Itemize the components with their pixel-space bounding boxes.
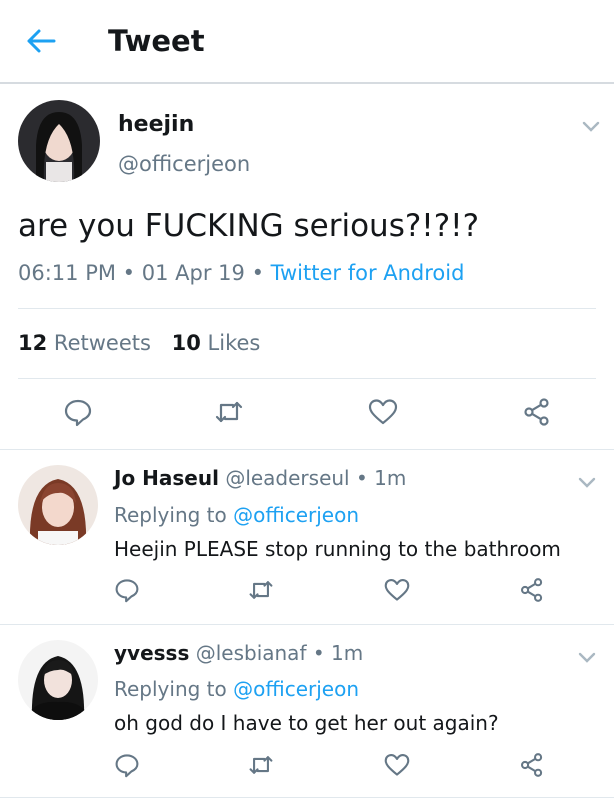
like-icon[interactable] <box>384 752 410 778</box>
author-handle[interactable]: @officerjeon <box>118 152 250 176</box>
reply-author-handle[interactable]: @leaderseul <box>225 466 349 490</box>
tweet-time: 06:11 PM <box>18 261 116 285</box>
like-icon[interactable] <box>368 397 398 427</box>
retweet-icon[interactable] <box>248 577 274 603</box>
retweets-stat[interactable]: 12 Retweets <box>18 331 158 355</box>
retweets-count: 12 <box>18 331 48 355</box>
reply-text: Heejin PLEASE stop running to the bathro… <box>114 537 561 561</box>
tweet-meta: 06:11 PM • 01 Apr 19 • Twitter for Andro… <box>18 261 464 285</box>
reply-text: oh god do I have to get her out again? <box>114 711 499 735</box>
reply-avatar[interactable] <box>18 640 98 720</box>
separator: • <box>122 261 136 285</box>
reply-header: Jo Haseul @leaderseul • 1m <box>114 466 406 490</box>
share-icon[interactable] <box>519 577 545 603</box>
top-bar: Tweet <box>0 0 614 84</box>
share-icon[interactable] <box>522 397 552 427</box>
divider <box>0 797 614 798</box>
chevron-down-icon[interactable] <box>582 118 600 132</box>
back-arrow-icon[interactable] <box>24 26 58 56</box>
replying-to-label: Replying to <box>114 503 227 527</box>
likes-stat[interactable]: 10 Likes <box>172 331 261 355</box>
author-name[interactable]: heejin <box>118 112 194 137</box>
replying-to-link[interactable]: @officerjeon <box>233 677 359 701</box>
reply-author-name[interactable]: Jo Haseul <box>114 466 219 490</box>
divider <box>18 308 596 309</box>
page-title: Tweet <box>108 24 205 58</box>
likes-count: 10 <box>171 331 201 355</box>
divider <box>18 378 596 379</box>
separator: • <box>251 261 264 285</box>
reply-icon[interactable] <box>114 752 140 778</box>
divider <box>0 624 614 625</box>
separator: • <box>312 641 325 665</box>
tweet-date: 01 Apr 19 <box>141 261 245 285</box>
reply-author-name[interactable]: yvesss <box>114 641 189 665</box>
reply-time: 1m <box>331 641 364 665</box>
retweet-icon[interactable] <box>248 752 274 778</box>
share-icon[interactable] <box>519 752 545 778</box>
avatar[interactable] <box>18 100 100 182</box>
replying-to-link[interactable]: @officerjeon <box>233 503 359 527</box>
likes-label: Likes <box>207 331 261 355</box>
reply-header: yvesss @lesbianaf • 1m <box>114 641 363 665</box>
chevron-down-icon[interactable] <box>578 649 596 663</box>
tweet-source-link[interactable]: Twitter for Android <box>271 261 465 285</box>
replying-to: Replying to @officerjeon <box>114 677 359 701</box>
retweets-label: Retweets <box>53 331 151 355</box>
reply-icon[interactable] <box>114 577 140 603</box>
separator: • <box>355 466 368 490</box>
tweet-stats: 12 Retweets 10 Likes <box>18 331 260 355</box>
retweet-icon[interactable] <box>214 397 244 427</box>
divider <box>0 449 614 450</box>
replying-to: Replying to @officerjeon <box>114 503 359 527</box>
reply-avatar[interactable] <box>18 465 98 545</box>
reply-author-handle[interactable]: @lesbianaf <box>196 641 307 665</box>
chevron-down-icon[interactable] <box>578 474 596 488</box>
like-icon[interactable] <box>384 577 410 603</box>
reply-icon[interactable] <box>63 397 93 427</box>
tweet-text: are you FUCKING serious?!?!? <box>18 208 480 244</box>
reply-time: 1m <box>374 466 407 490</box>
replying-to-label: Replying to <box>114 677 227 701</box>
